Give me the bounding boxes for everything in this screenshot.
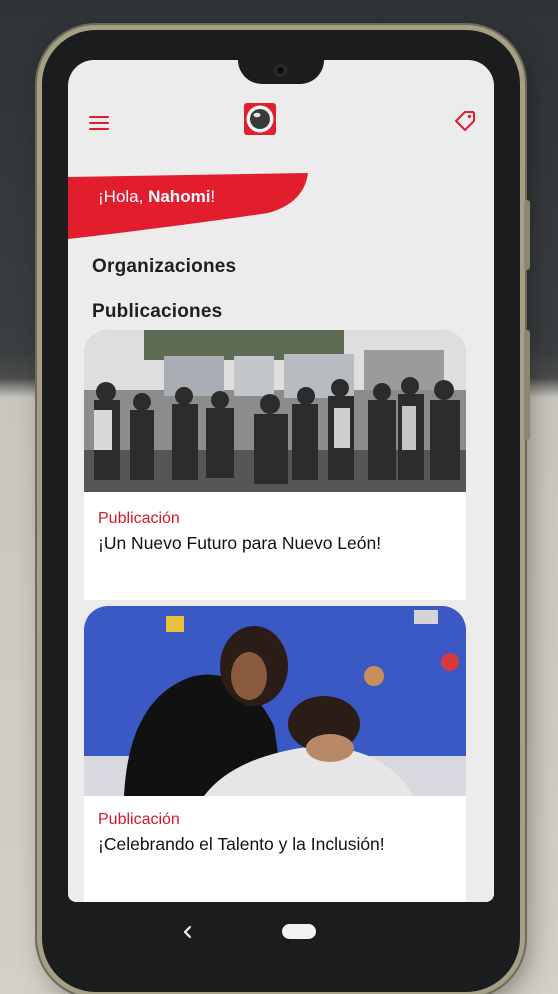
tag-icon[interactable] xyxy=(450,106,480,136)
camera-notch xyxy=(238,60,324,84)
app-screen: ¡Hola, Nahomi! Organizaciones Publicacio… xyxy=(68,60,494,902)
post-card[interactable]: Publicación ¡Celebrando el Talento y la … xyxy=(84,606,466,902)
greeting-prefix: ¡Hola, xyxy=(98,187,149,206)
post-category: Publicación xyxy=(98,811,180,828)
volume-button xyxy=(524,200,530,270)
post-card[interactable]: Publicación ¡Un Nuevo Futuro para Nuevo … xyxy=(84,330,466,600)
post-category: Publicación xyxy=(98,510,180,527)
publications-heading: Publicaciones xyxy=(92,301,223,322)
app-bar xyxy=(68,100,494,150)
power-button xyxy=(524,330,530,440)
user-name: Nahomi xyxy=(148,187,211,206)
front-camera-icon xyxy=(274,64,287,77)
greeting-text: ¡Hola, Nahomi! xyxy=(98,187,215,207)
post-title[interactable]: ¡Un Nuevo Futuro para Nuevo León! xyxy=(98,533,381,554)
back-chevron-icon[interactable] xyxy=(178,922,198,942)
greeting-suffix: ! xyxy=(210,187,216,206)
system-nav-bar xyxy=(42,902,520,962)
phone-device: ¡Hola, Nahomi! Organizaciones Publicacio… xyxy=(42,30,530,992)
home-pill-icon[interactable] xyxy=(282,924,316,939)
hamburger-menu-icon[interactable] xyxy=(84,108,114,138)
post-title[interactable]: ¡Celebrando el Talento y la Inclusión! xyxy=(98,834,385,855)
organizations-link[interactable]: Organizaciones xyxy=(92,256,236,278)
app-logo xyxy=(242,101,278,137)
post-image-teacher-student xyxy=(84,606,466,796)
post-image-event-crowd xyxy=(84,330,466,492)
